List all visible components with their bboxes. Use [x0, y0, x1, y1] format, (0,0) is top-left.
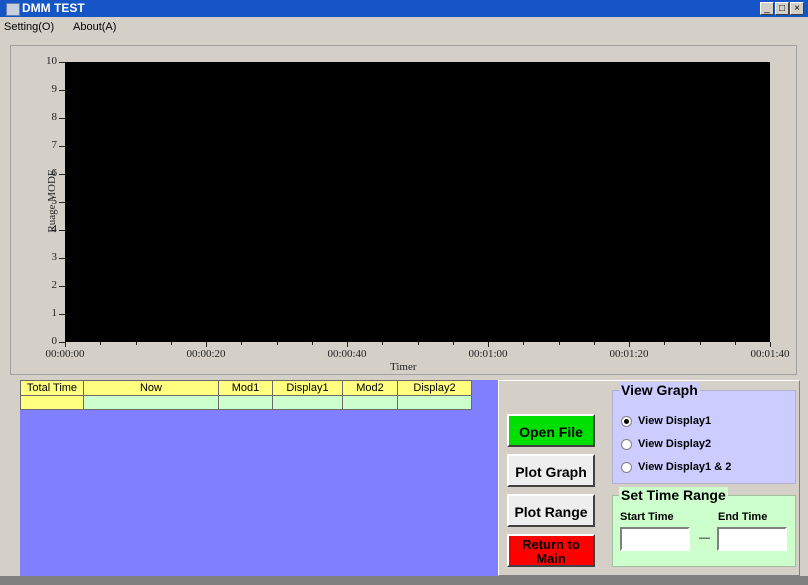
cell-total-time[interactable]: [20, 395, 84, 410]
header-display1: Display1: [272, 380, 343, 396]
radio-icon[interactable]: [621, 461, 632, 473]
x-tick-label: 00:01:20: [609, 348, 649, 360]
cell-now[interactable]: [83, 395, 219, 410]
start-time-input[interactable]: [620, 527, 690, 551]
y-tick-label: 9: [51, 83, 58, 95]
open-file-button[interactable]: Open File: [507, 414, 595, 447]
y-tick: [59, 258, 65, 259]
menu-bar: [0, 17, 808, 40]
y-tick-label: 4: [51, 223, 58, 235]
x-minor-tick: [734, 342, 736, 345]
y-tick: [59, 90, 65, 91]
radio-label: View Display1: [638, 415, 712, 427]
y-tick-label: 3: [51, 251, 58, 263]
time-range-group: Set Time Range Start Time End Time —: [612, 487, 796, 567]
y-tick: [59, 230, 65, 231]
header-now: Now: [83, 380, 219, 396]
time-range-title: Set Time Range: [619, 487, 728, 503]
x-minor-tick: [241, 342, 243, 345]
y-tick-label: 7: [51, 139, 58, 151]
data-table-panel: Total Time Now Mod1 Display1 Mod2 Displa…: [20, 380, 498, 576]
y-tick-label: 8: [51, 111, 58, 123]
end-time-label: End Time: [718, 511, 768, 523]
y-tick-label: 6: [51, 167, 58, 179]
window-title: DMM TEST: [22, 1, 85, 15]
x-tick-label: 00:00:00: [45, 348, 85, 360]
y-tick-label: 5: [51, 195, 58, 207]
radio-label: View Display1 & 2: [638, 461, 732, 473]
y-tick-label: 2: [51, 279, 58, 291]
x-tick-label: 00:00:40: [327, 348, 367, 360]
y-tick: [59, 314, 65, 315]
x-minor-tick: [417, 342, 419, 345]
x-tick: [488, 342, 489, 347]
x-axis-label: Timer: [390, 361, 417, 373]
menu-about[interactable]: About(A): [73, 20, 116, 35]
header-mod1: Mod1: [218, 380, 273, 396]
y-tick: [59, 174, 65, 175]
x-minor-tick: [382, 342, 384, 345]
cell-display1[interactable]: [272, 395, 343, 410]
y-tick: [59, 286, 65, 287]
title-bar: [0, 0, 808, 17]
cell-mod2[interactable]: [342, 395, 398, 410]
close-button[interactable]: ×: [790, 2, 804, 15]
y-tick: [59, 202, 65, 203]
x-tick-label: 00:00:20: [186, 348, 226, 360]
x-tick: [65, 342, 66, 347]
plot-area: [65, 62, 770, 342]
view-graph-group: View Graph View Display1 View Display2 V…: [612, 382, 796, 484]
radio-label: View Display2: [638, 438, 712, 450]
maximize-button[interactable]: □: [775, 2, 789, 15]
x-minor-tick: [452, 342, 454, 345]
y-tick: [59, 146, 65, 147]
x-tick: [206, 342, 207, 347]
x-minor-tick: [664, 342, 666, 345]
range-separator: —: [699, 532, 710, 544]
radio-icon[interactable]: [621, 438, 632, 450]
y-tick: [59, 118, 65, 119]
radio-selected-icon[interactable]: [621, 415, 632, 427]
cell-mod1[interactable]: [218, 395, 273, 410]
table-header-row: Total Time Now Mod1 Display1 Mod2 Displa…: [20, 380, 472, 396]
x-minor-tick: [135, 342, 137, 345]
x-tick-label: 00:01:00: [468, 348, 508, 360]
y-tick-label: 10: [46, 55, 57, 67]
x-minor-tick: [523, 342, 525, 345]
header-mod2: Mod2: [342, 380, 398, 396]
x-minor-tick: [699, 342, 701, 345]
data-table: Total Time Now Mod1 Display1 Mod2 Displa…: [20, 380, 472, 410]
x-tick: [770, 342, 771, 347]
x-minor-tick: [170, 342, 172, 345]
view-graph-title: View Graph: [619, 382, 700, 398]
cell-display2[interactable]: [397, 395, 472, 410]
x-tick: [629, 342, 630, 347]
minimize-button[interactable]: _: [760, 2, 774, 15]
x-minor-tick: [558, 342, 560, 345]
end-time-input[interactable]: [717, 527, 787, 551]
plot-graph-button[interactable]: Plot Graph: [507, 454, 595, 487]
x-minor-tick: [311, 342, 313, 345]
radio-view-display1[interactable]: View Display1: [621, 415, 711, 427]
header-total-time: Total Time: [20, 380, 84, 396]
table-row[interactable]: [20, 395, 472, 410]
app-icon: [6, 3, 20, 16]
x-tick: [347, 342, 348, 347]
x-tick-label: 00:01:40: [750, 348, 790, 360]
x-minor-tick: [593, 342, 595, 345]
plot-range-button[interactable]: Plot Range: [507, 494, 595, 527]
x-minor-tick: [276, 342, 278, 345]
radio-view-display2[interactable]: View Display2: [621, 438, 711, 450]
menu-setting[interactable]: Setting(O): [4, 20, 54, 35]
return-to-main-button[interactable]: Return to Main: [507, 534, 595, 567]
x-minor-tick: [100, 342, 102, 345]
status-bar: [0, 576, 808, 585]
radio-view-display1-2[interactable]: View Display1 & 2: [621, 461, 731, 473]
y-tick-label: 0: [51, 335, 58, 347]
start-time-label: Start Time: [620, 511, 674, 523]
header-display2: Display2: [397, 380, 472, 396]
y-tick-label: 1: [51, 307, 58, 319]
y-tick: [59, 62, 65, 63]
